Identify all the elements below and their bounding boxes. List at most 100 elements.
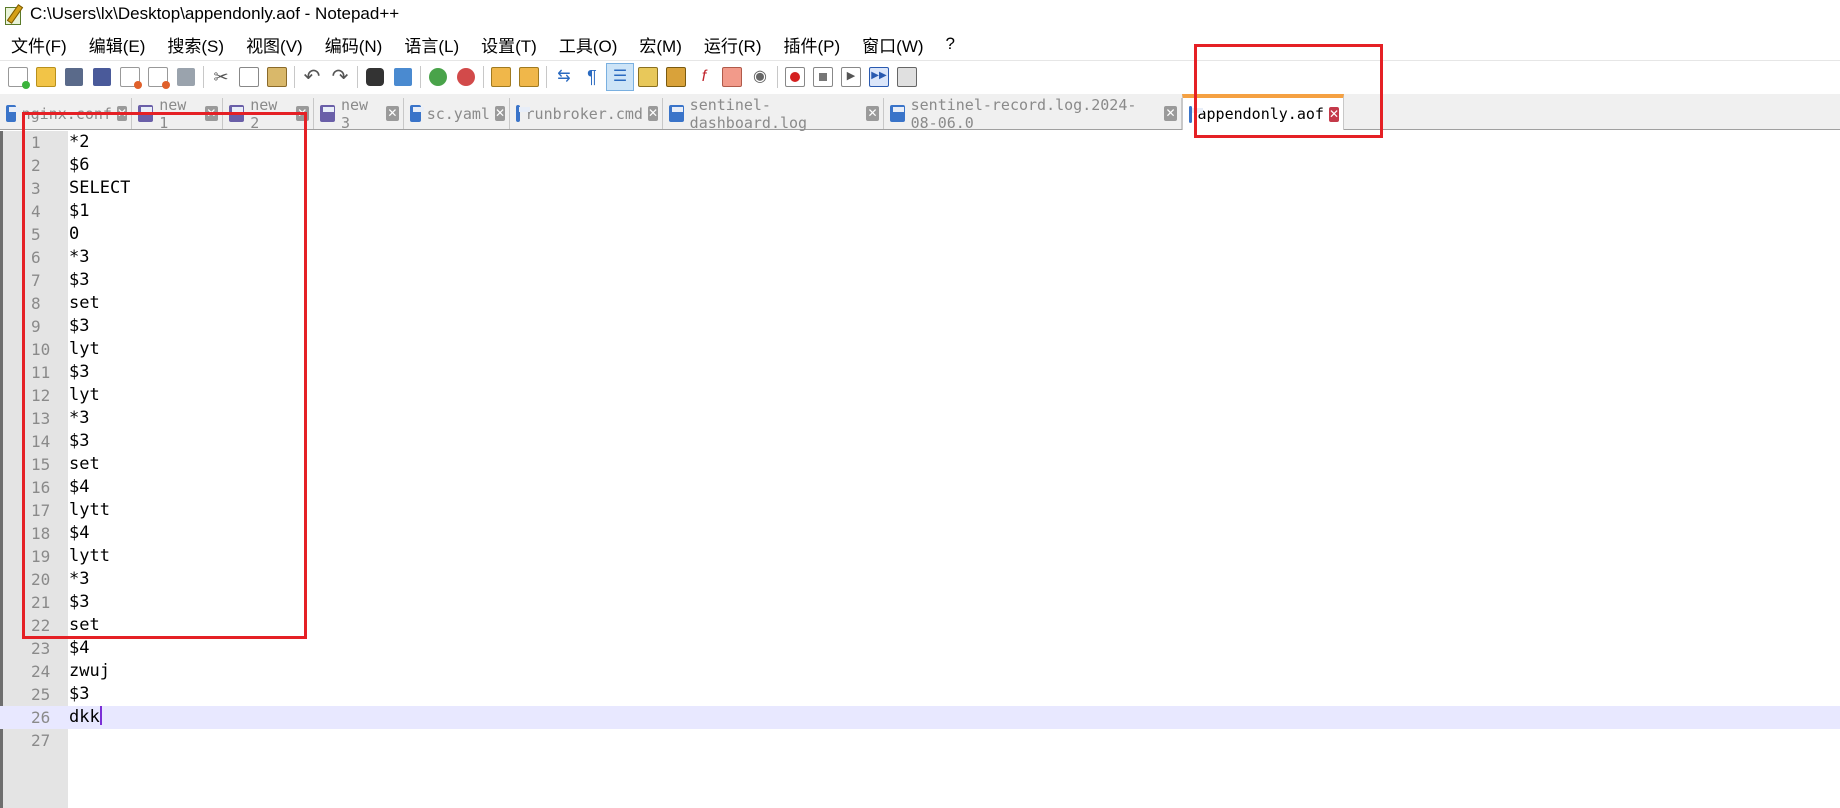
save-all-icon (93, 67, 111, 86)
stop-macro-button[interactable] (809, 63, 837, 91)
folder-icon (36, 66, 56, 87)
save-macro-icon (897, 66, 917, 87)
binoculars-icon (366, 67, 384, 86)
notepadpp-icon (4, 4, 24, 25)
udl-button[interactable] (634, 63, 662, 91)
tab-new-3[interactable]: new 3 ✕ (314, 96, 404, 132)
menu-file[interactable]: 文件(F) (0, 32, 78, 57)
close-button[interactable] (116, 63, 144, 91)
play-macro-button[interactable]: ▶ (837, 63, 865, 91)
title-bar: C:\Users\lx\Desktop\appendonly.aof - Not… (0, 0, 1840, 28)
menu-window[interactable]: 窗口(W) (851, 32, 934, 57)
paste-icon (267, 66, 287, 87)
copy-button[interactable] (235, 63, 263, 91)
replace-icon (394, 67, 412, 86)
fast-forward-icon: ▶▶ (869, 66, 889, 87)
editor-line: 27 (0, 729, 1840, 752)
menu-plugins[interactable]: 插件(P) (772, 32, 851, 57)
toolbar-separator (294, 65, 295, 88)
menu-help[interactable]: ? (935, 34, 966, 54)
undo-button[interactable]: ↶ (298, 63, 326, 91)
disk-icon (410, 105, 424, 122)
save-button[interactable] (60, 63, 88, 91)
tab-sc-yaml[interactable]: sc.yaml ✕ (404, 98, 510, 129)
line-number: 27 (31, 731, 51, 750)
redo-button[interactable]: ↷ (326, 63, 354, 91)
toolbar: ✂ ↶ ↷ ⇆ ¶ ☰ f ◉ ▶ ▶▶ (0, 60, 1840, 92)
show-all-chars-button[interactable]: ¶ (578, 63, 606, 91)
redo-icon: ↷ (331, 65, 349, 88)
sync-vertical-button[interactable] (487, 63, 515, 91)
toolbar-separator (546, 65, 547, 88)
annotation-box-tab (1194, 44, 1383, 138)
tab-runbroker-cmd[interactable]: runbroker.cmd ✕ (510, 98, 663, 129)
tab-sentinel-dashboard-log[interactable]: sentinel-dashboard.log ✕ (663, 95, 884, 132)
menu-view[interactable]: 视图(V) (235, 32, 314, 57)
new-file-button[interactable] (4, 63, 32, 91)
disk-icon (516, 105, 529, 122)
menu-run[interactable]: 运行(R) (693, 32, 773, 57)
stop-icon (813, 66, 833, 87)
replace-button[interactable] (389, 63, 417, 91)
line-number: 25 (31, 685, 51, 704)
tab-sentinel-record-log[interactable]: sentinel-record.log.2024-08-06.0 ✕ (884, 96, 1182, 132)
line-number: 24 (31, 662, 51, 681)
zoom-out-button[interactable] (452, 63, 480, 91)
line-text: dkk (69, 706, 102, 729)
line-text: zwuj (69, 661, 110, 681)
sync-horizontal-button[interactable] (515, 63, 543, 91)
record-macro-button[interactable] (781, 63, 809, 91)
menu-tools[interactable]: 工具(O) (548, 32, 629, 57)
tab-label: sentinel-dashboard.log (689, 95, 808, 132)
toolbar-separator (483, 65, 484, 88)
close-icon[interactable]: ✕ (647, 106, 658, 121)
line-text-value: dkk (69, 707, 100, 727)
line-number: 23 (31, 639, 51, 658)
new-file-icon (8, 66, 30, 89)
zoom-out-icon (457, 67, 475, 86)
find-button[interactable] (361, 63, 389, 91)
line-text: $4 (69, 638, 90, 658)
print-button[interactable] (172, 63, 200, 91)
folder-workspace-icon (722, 66, 742, 87)
close-icon[interactable]: ✕ (385, 106, 399, 121)
zoom-in-button[interactable] (424, 63, 452, 91)
cut-button[interactable]: ✂ (207, 63, 235, 91)
editor-line: 23 $4 (0, 637, 1840, 660)
window-title: C:\Users\lx\Desktop\appendonly.aof - Not… (30, 4, 400, 23)
function-list-icon: f (701, 67, 707, 85)
close-all-button[interactable] (144, 63, 172, 91)
menu-language[interactable]: 语言(L) (393, 32, 470, 57)
close-icon[interactable]: ✕ (1164, 106, 1177, 121)
function-list-button[interactable]: f (690, 63, 718, 91)
zoom-in-icon (429, 67, 447, 86)
run-macro-multiple-button[interactable]: ▶▶ (865, 63, 893, 91)
menu-search[interactable]: 搜索(S) (156, 32, 235, 57)
open-file-button[interactable] (32, 63, 60, 91)
close-file-icon (120, 66, 142, 89)
disk-icon (6, 105, 20, 122)
disk-icon (890, 105, 905, 122)
menu-encoding[interactable]: 编码(N) (314, 32, 394, 57)
paste-button[interactable] (263, 63, 291, 91)
save-all-button[interactable] (88, 63, 116, 91)
indent-guide-button[interactable]: ☰ (606, 62, 634, 91)
line-text: $3 (69, 684, 90, 704)
save-macro-button[interactable] (893, 63, 921, 91)
word-wrap-button[interactable]: ⇆ (550, 63, 578, 91)
indent-guide-icon: ☰ (612, 67, 628, 85)
doc-map-button[interactable] (662, 63, 690, 91)
udl-icon (638, 66, 658, 87)
close-icon[interactable]: ✕ (494, 106, 505, 121)
play-icon: ▶ (841, 66, 861, 87)
close-all-icon (148, 66, 170, 89)
menu-edit[interactable]: 编辑(E) (78, 32, 157, 57)
close-icon[interactable]: ✕ (866, 106, 879, 121)
sync-horizontal-icon (519, 66, 539, 87)
menu-settings[interactable]: 设置(T) (470, 32, 548, 57)
sync-vertical-icon (491, 66, 511, 87)
monitoring-button[interactable]: ◉ (746, 63, 774, 91)
folder-workspace-button[interactable] (718, 63, 746, 91)
save-icon (65, 67, 83, 86)
menu-macro[interactable]: 宏(M) (628, 32, 692, 57)
